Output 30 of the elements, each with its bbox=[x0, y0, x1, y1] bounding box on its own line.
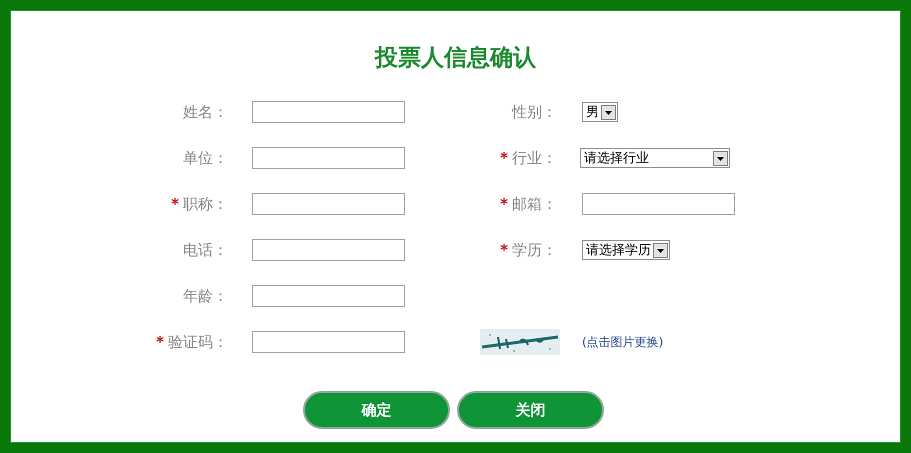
input-field[interactable] bbox=[252, 193, 405, 215]
dialog-title: 投票人信息确认 bbox=[373, 44, 537, 73]
refresh-captcha-link[interactable]: (点击图片更换) bbox=[582, 334, 664, 350]
required-marker: * bbox=[500, 195, 508, 213]
input-field[interactable] bbox=[252, 101, 405, 123]
input-field[interactable] bbox=[252, 147, 405, 169]
input-field[interactable] bbox=[252, 239, 405, 261]
field-label: 邮箱： bbox=[512, 194, 557, 214]
field-label: 单位： bbox=[183, 148, 228, 168]
required-marker: * bbox=[500, 241, 508, 259]
dropdown[interactable]: 请选择学历 bbox=[582, 240, 670, 260]
input-field[interactable] bbox=[582, 193, 735, 215]
captcha-image[interactable] bbox=[480, 329, 560, 355]
field-label: 验证码： bbox=[168, 332, 228, 352]
field-label: 年龄： bbox=[183, 286, 228, 306]
dropdown[interactable]: 男 bbox=[582, 102, 618, 122]
required-marker: * bbox=[156, 333, 164, 351]
required-marker: * bbox=[171, 195, 179, 213]
field-label: 性别： bbox=[512, 102, 557, 122]
field-label: 姓名： bbox=[183, 102, 228, 122]
dialog-button[interactable]: 关闭 bbox=[457, 391, 604, 429]
field-label: 电话： bbox=[183, 240, 228, 260]
field-label: 职称： bbox=[183, 194, 228, 214]
dropdown[interactable]: 请选择行业 bbox=[580, 148, 730, 168]
required-marker: * bbox=[500, 149, 508, 167]
dialog-button[interactable]: 确定 bbox=[303, 391, 450, 429]
field-label: 行业： bbox=[512, 148, 557, 168]
input-field[interactable] bbox=[252, 285, 405, 307]
input-field[interactable] bbox=[252, 331, 405, 353]
field-label: 学历： bbox=[512, 240, 557, 260]
